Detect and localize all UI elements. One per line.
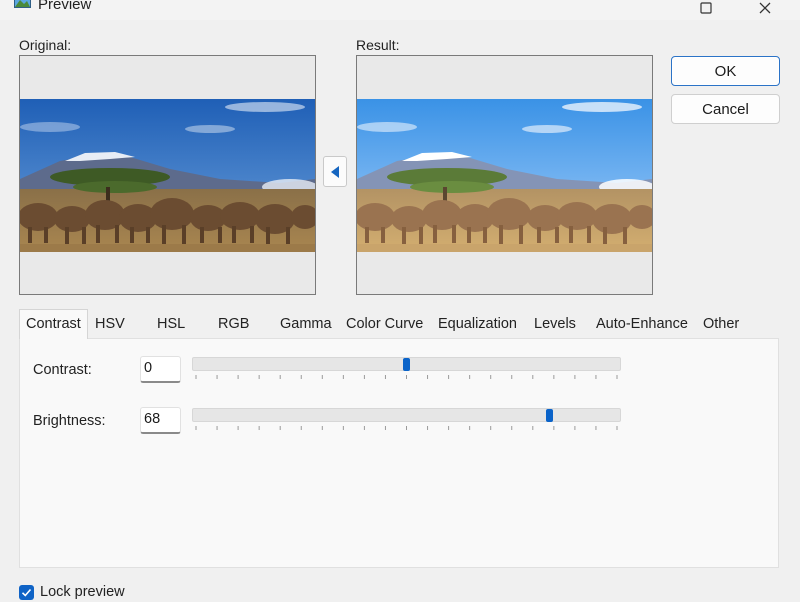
brightness-slider-ticks	[195, 426, 618, 430]
tab-equalization[interactable]: Equalization	[432, 311, 523, 338]
tab-color-curve[interactable]: Color Curve	[340, 311, 430, 338]
tab-other[interactable]: Other	[697, 311, 746, 338]
maximize-icon	[700, 2, 712, 14]
close-icon	[759, 2, 771, 14]
title-bar: Preview	[0, 0, 800, 20]
contrast-slider[interactable]	[192, 357, 621, 393]
tab-auto-enhance[interactable]: Auto-Enhance	[590, 311, 694, 338]
cancel-button[interactable]: Cancel	[671, 94, 780, 124]
contrast-label: Contrast:	[33, 362, 92, 378]
close-button[interactable]	[742, 0, 788, 20]
lock-preview-label: Lock preview	[40, 584, 125, 600]
contrast-slider-thumb[interactable]	[403, 358, 410, 371]
result-label: Result:	[356, 37, 400, 53]
maximize-button[interactable]	[683, 0, 729, 20]
adjustment-tabs: Contrast HSV HSL RGB Gamma Color Curve E…	[19, 309, 779, 339]
result-image	[357, 99, 652, 252]
tab-contrast[interactable]: Contrast	[19, 309, 88, 339]
original-image	[20, 99, 315, 252]
lock-preview-checkbox[interactable]: Lock preview	[19, 582, 125, 602]
tab-rgb[interactable]: RGB	[212, 311, 256, 338]
tab-hsv[interactable]: HSV	[89, 311, 131, 338]
original-preview	[19, 55, 316, 295]
original-label: Original:	[19, 37, 72, 53]
picture-icon	[14, 0, 31, 8]
tab-levels[interactable]: Levels	[528, 311, 582, 338]
tab-gamma[interactable]: Gamma	[274, 311, 338, 338]
checkmark-icon	[21, 588, 32, 597]
contrast-input[interactable]: 0	[140, 356, 181, 383]
triangle-left-icon	[331, 165, 339, 178]
brightness-label: Brightness:	[33, 413, 106, 429]
window-title: Preview	[38, 0, 92, 13]
brightness-slider-thumb[interactable]	[546, 409, 554, 422]
brightness-slider-track	[192, 408, 621, 422]
checkbox-checked-icon	[19, 584, 34, 600]
brightness-slider[interactable]	[192, 408, 621, 444]
apply-to-original-button[interactable]	[323, 156, 347, 187]
brightness-input[interactable]: 68	[140, 407, 181, 434]
tab-hsl[interactable]: HSL	[151, 311, 192, 338]
ok-button[interactable]: OK	[671, 56, 780, 86]
result-preview	[356, 55, 653, 295]
contrast-slider-ticks	[195, 375, 618, 379]
